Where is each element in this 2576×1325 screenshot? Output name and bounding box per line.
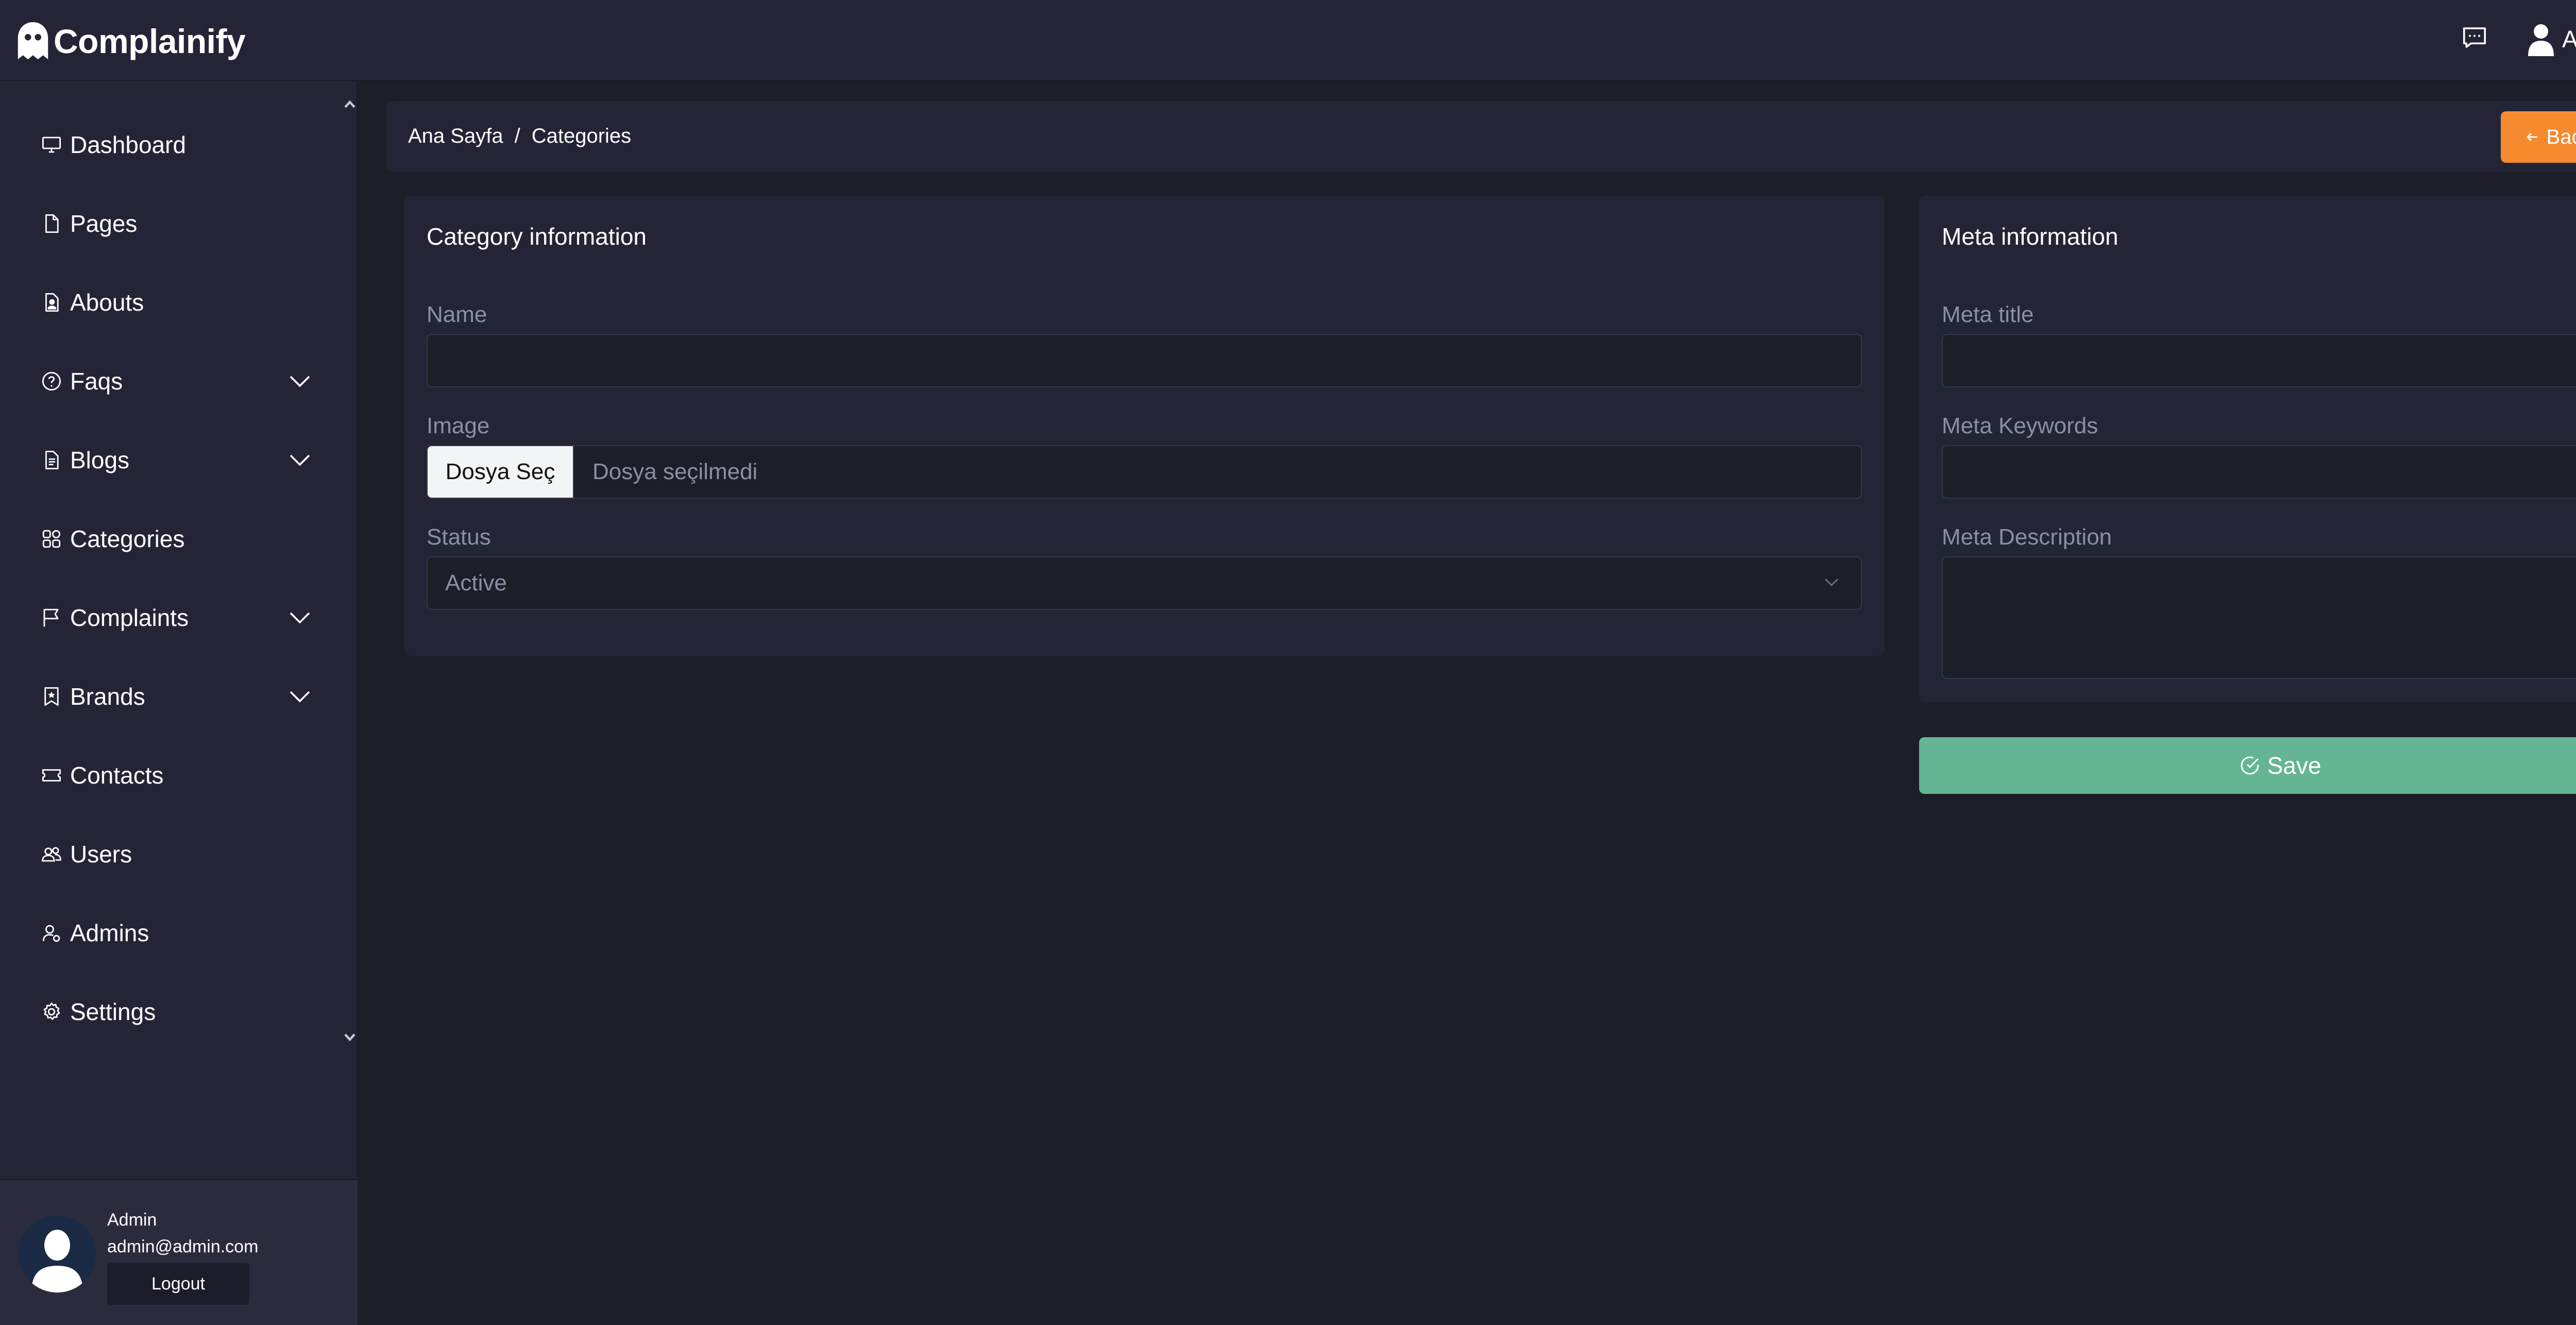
gear-icon bbox=[40, 1000, 63, 1023]
chevron-down-icon bbox=[1825, 579, 1838, 586]
meta-title-label: Meta title bbox=[1942, 302, 2034, 327]
image-label: Image bbox=[427, 413, 490, 438]
breadcrumb-current: Categories bbox=[531, 125, 632, 147]
question-circle-icon bbox=[40, 370, 63, 393]
breadcrumb-home-link[interactable]: Ana Sayfa bbox=[408, 125, 503, 148]
sidebar-item-contacts[interactable]: Contacts bbox=[0, 736, 342, 814]
card-title: Meta information bbox=[1942, 223, 2119, 250]
save-button[interactable]: Save bbox=[1919, 737, 2576, 794]
back-button-label: Back bbox=[2546, 125, 2576, 148]
grid-icon bbox=[40, 528, 63, 550]
category-info-card: Category information Name Image Dosya Se… bbox=[404, 196, 1885, 656]
scroll-up-icon[interactable] bbox=[342, 97, 358, 112]
sidebar-item-label: Users bbox=[70, 840, 132, 868]
sidebar-item-admins[interactable]: Admins bbox=[0, 893, 342, 972]
user-menu-label: Admin bbox=[2562, 26, 2576, 53]
sidebar-item-label: Complaints bbox=[70, 604, 189, 631]
breadcrumb-bar: Ana Sayfa / Categories Back bbox=[386, 101, 2576, 172]
sidebar-item-dashboard[interactable]: Dashboard bbox=[0, 105, 342, 184]
meta-keywords-input[interactable] bbox=[1942, 445, 2576, 499]
status-selected-value: Active bbox=[445, 570, 507, 596]
sidebar-item-label: Settings bbox=[70, 998, 156, 1025]
image-file-input[interactable]: Dosya Seç Dosya seçilmedi bbox=[427, 445, 1862, 499]
sidebar-item-label: Faqs bbox=[70, 367, 123, 395]
sidebar-item-label: Categories bbox=[70, 525, 185, 552]
sidebar-item-label: Contacts bbox=[70, 761, 164, 789]
scroll-down-icon[interactable] bbox=[342, 1029, 358, 1045]
chevron-down-icon[interactable] bbox=[289, 373, 311, 389]
meta-description-textarea[interactable] bbox=[1942, 556, 2576, 679]
sidebar-item-brands[interactable]: Brands bbox=[0, 657, 342, 736]
back-button[interactable]: Back bbox=[2501, 111, 2576, 163]
ticket-icon bbox=[40, 764, 63, 787]
avatar bbox=[19, 1215, 96, 1293]
sidebar-item-faqs[interactable]: Faqs bbox=[0, 342, 342, 420]
monitor-icon bbox=[40, 133, 63, 156]
bookmark-icon bbox=[40, 685, 63, 708]
user-menu[interactable]: Admin bbox=[2527, 20, 2576, 59]
brand-name: Complainify bbox=[54, 22, 246, 60]
sidebar-user-name: Admin bbox=[107, 1210, 157, 1230]
brand-logo[interactable]: Complainify bbox=[15, 20, 246, 63]
chevron-down-icon[interactable] bbox=[289, 452, 311, 468]
page-icon bbox=[40, 212, 63, 235]
users-icon bbox=[40, 843, 63, 865]
sidebar-item-label: Brands bbox=[70, 683, 145, 710]
chevron-down-icon[interactable] bbox=[289, 689, 311, 704]
id-badge-icon bbox=[40, 291, 63, 314]
arrow-left-icon bbox=[2526, 133, 2537, 141]
sidebar-item-pages[interactable]: Pages bbox=[0, 184, 342, 263]
ghost-icon bbox=[18, 22, 48, 60]
meta-title-input[interactable] bbox=[1942, 334, 2576, 387]
breadcrumb: Ana Sayfa / Categories bbox=[408, 125, 631, 148]
meta-keywords-label: Meta Keywords bbox=[1942, 413, 2098, 438]
chevron-down-icon[interactable] bbox=[289, 610, 311, 625]
check-circle-icon bbox=[2241, 756, 2259, 775]
save-button-label: Save bbox=[2267, 752, 2321, 779]
logout-button[interactable]: Logout bbox=[107, 1263, 249, 1305]
meta-description-label: Meta Description bbox=[1942, 524, 2112, 550]
sidebar-item-label: Dashboard bbox=[70, 131, 187, 158]
flag-icon bbox=[40, 606, 63, 629]
status-select[interactable]: Active bbox=[427, 556, 1862, 610]
name-label: Name bbox=[427, 302, 487, 327]
status-label: Status bbox=[427, 524, 491, 550]
user-gear-icon bbox=[40, 922, 63, 944]
sidebar-user-panel: Admin admin@admin.com Logout bbox=[0, 1179, 358, 1325]
user-avatar-icon bbox=[2527, 22, 2555, 56]
card-title: Category information bbox=[427, 223, 647, 250]
sidebar-item-complaints[interactable]: Complaints bbox=[0, 578, 342, 657]
sidebar-item-label: Admins bbox=[70, 919, 149, 946]
sidebar-item-label: Abouts bbox=[70, 288, 144, 316]
sidebar-item-abouts[interactable]: Abouts bbox=[0, 263, 342, 342]
sidebar-item-blogs[interactable]: Blogs bbox=[0, 420, 342, 499]
document-icon bbox=[40, 449, 63, 471]
sidebar-item-label: Pages bbox=[70, 210, 138, 237]
sidebar-nav: Dashboard Pages Abouts Faqs Blogs Catego… bbox=[0, 105, 342, 1051]
sidebar-item-label: Blogs bbox=[70, 446, 130, 473]
sidebar-item-settings[interactable]: Settings bbox=[0, 972, 342, 1051]
sidebar-item-users[interactable]: Users bbox=[0, 814, 342, 893]
sidebar-item-categories[interactable]: Categories bbox=[0, 499, 342, 578]
file-status-text: Dosya seçilmedi bbox=[592, 459, 758, 484]
meta-info-card: Meta information Meta title Meta Keyword… bbox=[1919, 196, 2576, 702]
chat-icon[interactable] bbox=[2461, 24, 2488, 52]
sidebar: Dashboard Pages Abouts Faqs Blogs Catego… bbox=[0, 81, 358, 1325]
sidebar-user-email: admin@admin.com bbox=[107, 1237, 259, 1256]
name-input[interactable] bbox=[427, 334, 1862, 387]
breadcrumb-separator: / bbox=[514, 125, 520, 147]
choose-file-button[interactable]: Dosya Seç bbox=[428, 446, 574, 498]
top-header: Complainify Admin bbox=[0, 0, 2576, 81]
